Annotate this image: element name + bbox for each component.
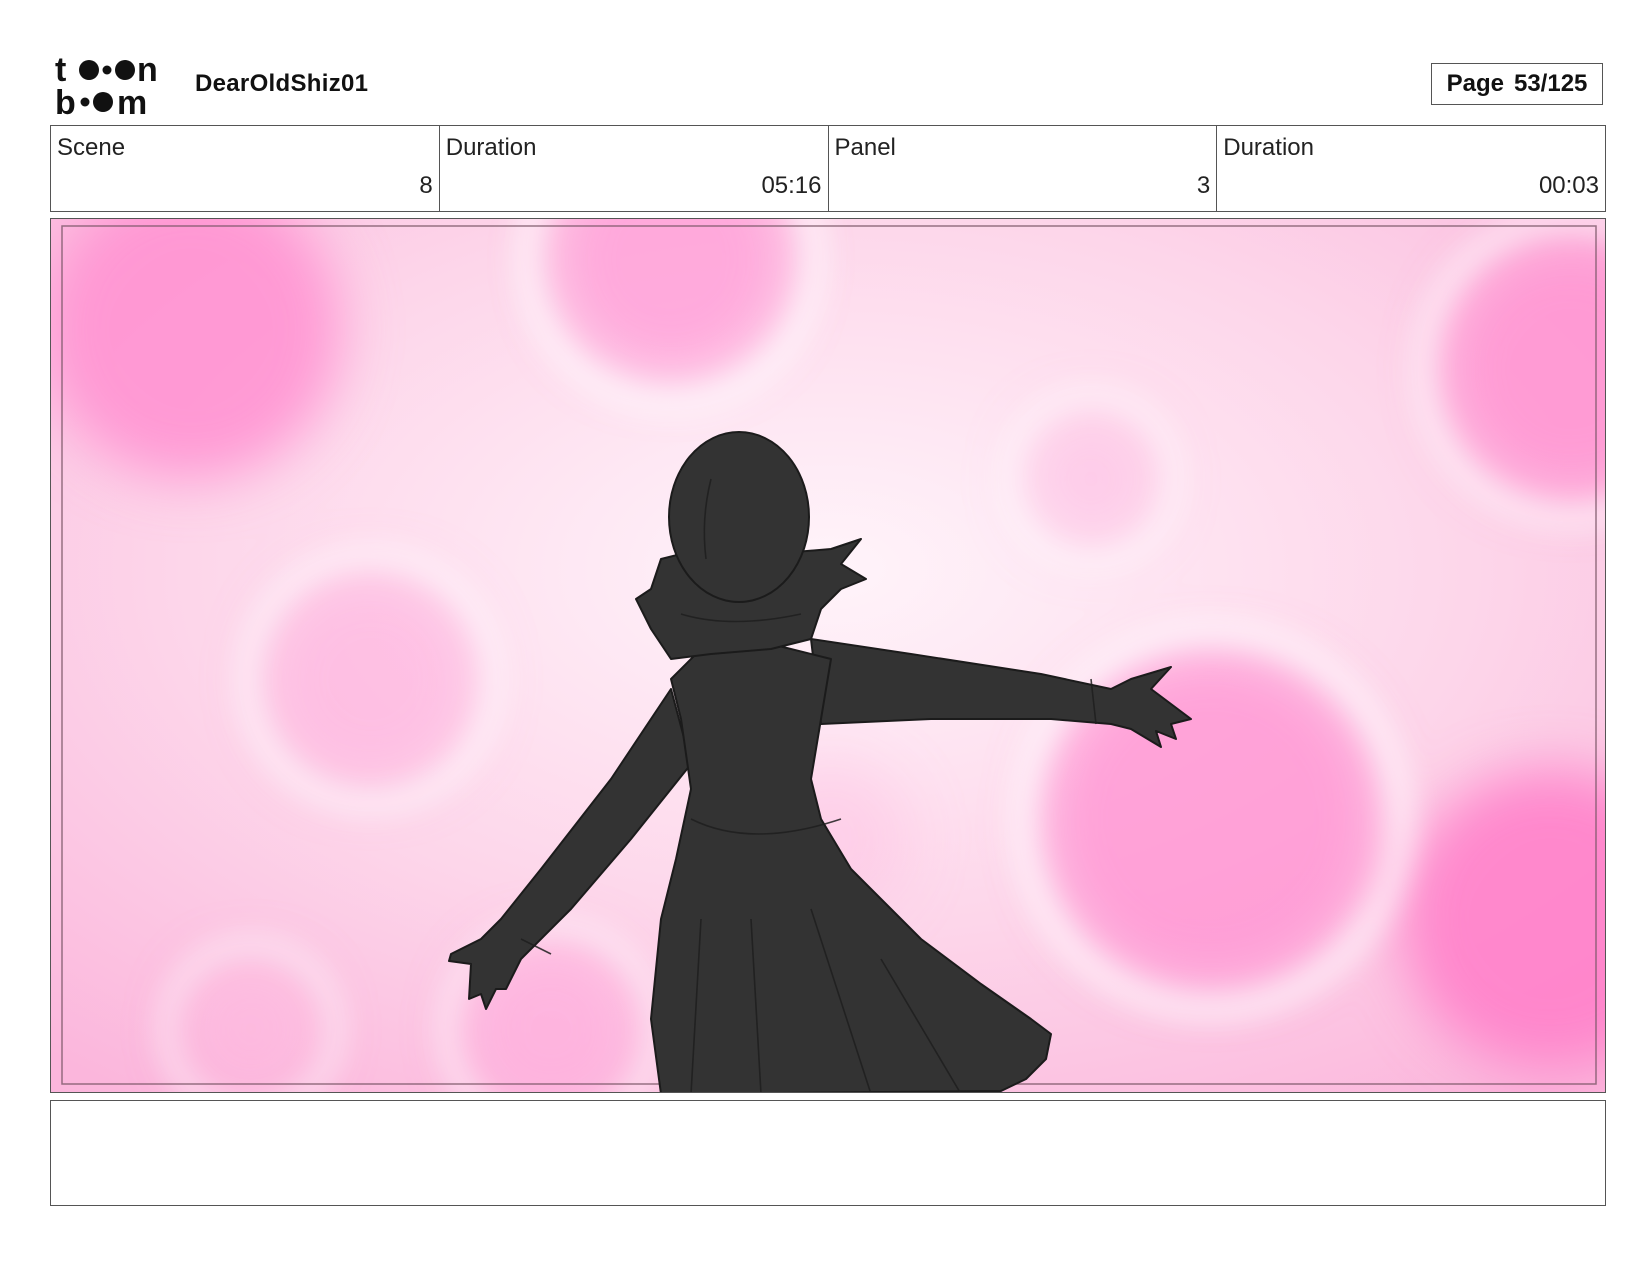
svg-text:b: b <box>55 84 76 116</box>
scene-cell: Scene 8 <box>51 126 440 211</box>
panel-notes-area <box>50 1100 1606 1206</box>
panel-artwork <box>51 219 1605 1092</box>
panel-value: 3 <box>1196 172 1211 199</box>
scene-value: 8 <box>419 172 433 199</box>
panel-cell: Panel 3 <box>829 126 1218 211</box>
scene-duration-label: Duration <box>445 134 537 161</box>
panel-duration-cell: Duration 00:03 <box>1217 126 1605 211</box>
panel-duration-value: 00:03 <box>1538 172 1599 199</box>
page-number: 53/125 <box>1513 70 1588 97</box>
panel-label: Panel <box>834 134 896 161</box>
page-label: Page <box>1446 70 1504 97</box>
svg-text:m: m <box>117 84 147 116</box>
panel-duration-label: Duration <box>1223 134 1314 161</box>
storyboard-panel <box>50 218 1606 1093</box>
scene-duration-cell: Duration 05:16 <box>440 126 829 211</box>
project-title: DearOldShiz01 <box>195 70 369 97</box>
toonboom-logo: t n b m <box>55 54 158 116</box>
scene-duration-value: 05:16 <box>761 172 822 199</box>
page-indicator: Page 53/125 <box>1431 63 1603 105</box>
scene-label: Scene <box>57 134 126 161</box>
scene-info-table: Scene 8 Duration 05:16 Panel 3 Duration … <box>50 125 1606 212</box>
